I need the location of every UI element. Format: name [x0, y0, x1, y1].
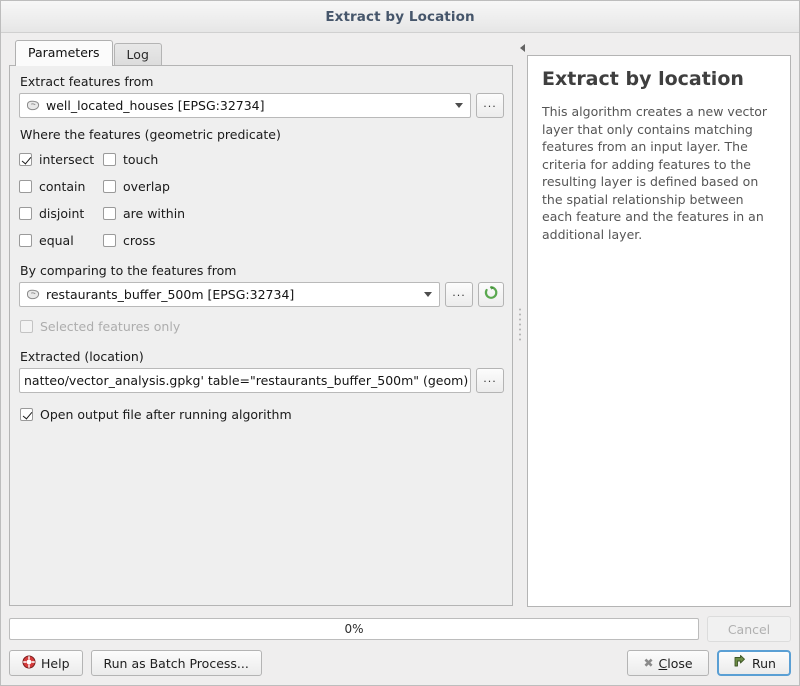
- checkbox-touch-box[interactable]: [103, 153, 116, 166]
- output-browse-button[interactable]: ...: [476, 368, 504, 393]
- chevron-down-icon[interactable]: [450, 94, 468, 117]
- checkbox-cross[interactable]: cross: [103, 227, 504, 254]
- checkbox-selected-features-only: Selected features only: [20, 313, 504, 340]
- window-titlebar: Extract by Location: [1, 1, 799, 33]
- compare-layer-value: restaurants_buffer_500m [EPSG:32734]: [46, 283, 419, 306]
- input-layer-browse-button[interactable]: ...: [476, 93, 504, 118]
- checkbox-overlap[interactable]: overlap: [103, 173, 504, 200]
- checkbox-disjoint-box[interactable]: [19, 207, 32, 220]
- checkbox-are-within-label: are within: [123, 207, 185, 221]
- checkbox-equal[interactable]: equal: [19, 227, 103, 254]
- parameters-panel: Extract features from well_located_house…: [9, 65, 513, 606]
- compare-layer-row: restaurants_buffer_500m [EPSG:32734] ...: [19, 282, 504, 307]
- x-icon: ✖: [643, 656, 653, 670]
- checkbox-disjoint[interactable]: disjoint: [19, 200, 103, 227]
- compare-layer-combo[interactable]: restaurants_buffer_500m [EPSG:32734]: [19, 282, 440, 307]
- help-column: Extract by location This algorithm creat…: [527, 41, 791, 607]
- compare-layer-label: By comparing to the features from: [20, 263, 504, 278]
- output-row: natteo/vector_analysis.gpkg' table="rest…: [19, 368, 504, 393]
- run-button-label: Run: [752, 656, 776, 671]
- close-button[interactable]: ✖ Close: [627, 650, 709, 676]
- window-title: Extract by Location: [325, 9, 474, 25]
- collapse-help-panel-button[interactable]: [519, 41, 791, 54]
- checkbox-overlap-label: overlap: [123, 180, 170, 194]
- tab-parameters[interactable]: Parameters: [15, 40, 113, 66]
- polygon-layer-icon: [25, 99, 41, 113]
- input-layer-label: Extract features from: [20, 74, 504, 89]
- checkbox-open-output-file-label: Open output file after running algorithm: [40, 408, 292, 422]
- help-panel: Extract by location This algorithm creat…: [527, 55, 791, 607]
- compare-layer-browse-button[interactable]: ...: [445, 282, 473, 307]
- run-button[interactable]: Run: [717, 650, 791, 676]
- checkbox-intersect-box[interactable]: [19, 153, 32, 166]
- output-path-input[interactable]: natteo/vector_analysis.gpkg' table="rest…: [19, 368, 471, 393]
- help-button[interactable]: Help: [9, 650, 83, 676]
- splitter-grip[interactable]: [519, 307, 521, 341]
- progress-bar: 0%: [9, 618, 699, 640]
- help-text: This algorithm creates a new vector laye…: [542, 103, 776, 243]
- input-layer-row: well_located_houses [EPSG:32734] ...: [19, 93, 504, 118]
- checkbox-are-within-box[interactable]: [103, 207, 116, 220]
- tab-bar: Parameters Log: [9, 41, 513, 66]
- parameters-column: Parameters Log Extract features from: [9, 41, 513, 607]
- run-as-batch-button[interactable]: Run as Batch Process...: [91, 650, 262, 676]
- checkbox-equal-label: equal: [39, 234, 74, 248]
- checkbox-contain[interactable]: contain: [19, 173, 103, 200]
- close-button-label: Close: [659, 656, 693, 671]
- cancel-button: Cancel: [707, 616, 791, 642]
- checkbox-touch[interactable]: touch: [103, 146, 504, 173]
- checkbox-open-output-file-box[interactable]: [20, 408, 33, 421]
- checkbox-selected-features-only-label: Selected features only: [40, 320, 180, 334]
- checkbox-cross-label: cross: [123, 234, 155, 248]
- output-label: Extracted (location): [20, 349, 504, 364]
- checkbox-are-within[interactable]: are within: [103, 200, 504, 227]
- progress-bar-text: 0%: [344, 622, 363, 636]
- checkbox-selected-features-only-box: [20, 320, 33, 333]
- help-button-label: Help: [41, 656, 70, 671]
- checkbox-intersect[interactable]: intersect: [19, 146, 103, 173]
- predicate-label: Where the features (geometric predicate): [20, 127, 504, 142]
- progress-row: 0% Cancel: [9, 616, 791, 642]
- input-layer-combo[interactable]: well_located_houses [EPSG:32734]: [19, 93, 471, 118]
- checkbox-intersect-label: intersect: [39, 153, 94, 167]
- lifebuoy-icon: [22, 655, 36, 672]
- help-title: Extract by location: [542, 68, 776, 90]
- polygon-layer-icon: [25, 288, 41, 302]
- checkbox-touch-label: touch: [123, 153, 158, 167]
- iterate-over-layer-button[interactable]: [478, 282, 504, 307]
- dialog-footer: 0% Cancel Help Run as Batch Process... ✖: [1, 607, 799, 685]
- checkbox-equal-box[interactable]: [19, 234, 32, 247]
- chevron-down-icon[interactable]: [419, 283, 437, 306]
- predicate-grid: intersect touch contain overlap: [19, 146, 504, 254]
- dialog-body: Parameters Log Extract features from: [1, 33, 799, 607]
- checkbox-contain-label: contain: [39, 180, 85, 194]
- checkbox-open-output-file[interactable]: Open output file after running algorithm: [20, 401, 504, 428]
- panel-splitter[interactable]: [513, 41, 527, 607]
- checkbox-overlap-box[interactable]: [103, 180, 116, 193]
- iterate-refresh-icon: [483, 285, 499, 304]
- input-layer-value: well_located_houses [EPSG:32734]: [46, 94, 450, 117]
- checkbox-contain-box[interactable]: [19, 180, 32, 193]
- extract-by-location-dialog: Extract by Location Parameters Log Extra…: [0, 0, 800, 686]
- checkbox-disjoint-label: disjoint: [39, 207, 84, 221]
- checkbox-cross-box[interactable]: [103, 234, 116, 247]
- green-arrow-icon: [732, 654, 747, 672]
- footer-buttons: Help Run as Batch Process... ✖ Close Run: [9, 650, 791, 676]
- tab-log[interactable]: Log: [114, 43, 162, 66]
